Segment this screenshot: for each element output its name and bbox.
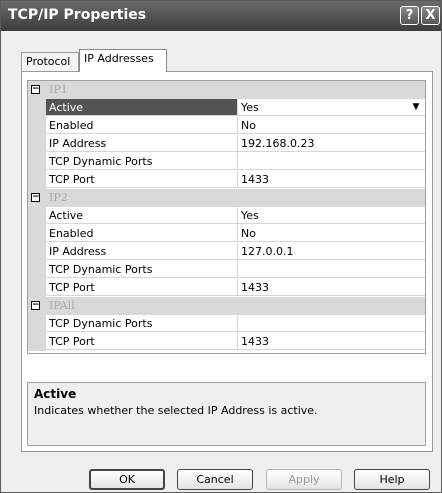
row-gutter [28, 315, 46, 333]
property-name: TCP Port [46, 279, 238, 296]
row-gutter [28, 153, 46, 171]
group-label: IP1 [49, 83, 68, 96]
cancel-button[interactable]: Cancel [177, 469, 253, 490]
property-row-ip-address[interactable]: IP Address 127.0.0.1 [28, 243, 425, 261]
group-header-ipall[interactable]: − IPAll [28, 297, 425, 315]
property-name: Active [46, 99, 238, 116]
description-title: Active [34, 387, 77, 401]
row-gutter [28, 261, 46, 279]
property-value[interactable]: 127.0.0.1 [238, 243, 425, 260]
property-name: TCP Dynamic Ports [46, 261, 238, 278]
tab-ip-addresses[interactable]: IP Addresses [79, 49, 167, 72]
property-row-enabled[interactable]: Enabled No [28, 117, 425, 135]
property-name: Enabled [46, 117, 238, 134]
group-label: IP2 [49, 191, 68, 204]
close-icon[interactable]: X [421, 6, 440, 25]
description-text: Indicates whether the selected IP Addres… [34, 404, 318, 417]
collapse-icon[interactable]: − [31, 85, 40, 94]
property-row-enabled[interactable]: Enabled No [28, 225, 425, 243]
row-gutter [28, 99, 46, 117]
collapse-icon[interactable]: − [31, 193, 40, 202]
property-row-tcp-dynamic-ports[interactable]: TCP Dynamic Ports [28, 315, 425, 333]
property-name: TCP Port [46, 171, 238, 188]
group-header-ip1[interactable]: − IP1 [28, 81, 425, 99]
property-value[interactable]: No [238, 117, 425, 134]
property-name: TCP Dynamic Ports [46, 153, 238, 170]
description-pane: Active Indicates whether the selected IP… [27, 382, 426, 446]
property-name: IP Address [46, 243, 238, 260]
row-gutter [28, 135, 46, 153]
row-gutter [28, 117, 46, 135]
help-button[interactable]: Help [354, 469, 430, 490]
row-gutter [28, 243, 46, 261]
property-row-tcp-port[interactable]: TCP Port 1433 [28, 333, 425, 351]
property-row-tcp-dynamic-ports[interactable]: TCP Dynamic Ports [28, 261, 425, 279]
property-value[interactable] [238, 153, 425, 170]
property-value[interactable]: 1433 [238, 333, 425, 350]
property-row-active[interactable]: Active Yes [28, 207, 425, 225]
property-value[interactable] [238, 315, 425, 332]
property-name: Active [46, 207, 238, 224]
property-row-tcp-port[interactable]: TCP Port 1433 [28, 279, 425, 297]
property-value: Yes [241, 101, 259, 114]
property-row-tcp-dynamic-ports[interactable]: TCP Dynamic Ports [28, 153, 425, 171]
property-value[interactable]: 1433 [238, 171, 425, 188]
property-value[interactable]: No [238, 225, 425, 242]
property-name: TCP Port [46, 333, 238, 350]
collapse-icon[interactable]: − [31, 301, 40, 310]
ok-button[interactable]: OK [89, 469, 165, 490]
property-value-dropdown[interactable]: Yes ▼ [238, 99, 425, 116]
property-row-ip-address[interactable]: IP Address 192.168.0.23 [28, 135, 425, 153]
property-value[interactable]: 192.168.0.23 [238, 135, 425, 152]
tcpip-properties-window: TCP/IP Properties ? X Protocol IP Addres… [0, 0, 442, 493]
row-gutter [28, 225, 46, 243]
property-grid: − IP1 Active Yes ▼ Enabled No IP Address… [27, 80, 426, 354]
help-icon[interactable]: ? [400, 6, 419, 25]
ip-addresses-panel: − IP1 Active Yes ▼ Enabled No IP Address… [21, 71, 433, 452]
property-row-tcp-port[interactable]: TCP Port 1433 [28, 171, 425, 189]
property-row-active[interactable]: Active Yes ▼ [28, 99, 425, 117]
apply-button[interactable]: Apply [266, 469, 342, 490]
property-name: IP Address [46, 135, 238, 152]
row-gutter [28, 279, 46, 297]
property-value[interactable]: 1433 [238, 279, 425, 296]
dropdown-arrow-icon[interactable]: ▼ [409, 100, 423, 115]
property-value[interactable] [238, 261, 425, 278]
property-name: Enabled [46, 225, 238, 242]
window-title: TCP/IP Properties [8, 7, 147, 23]
title-bar: TCP/IP Properties ? X [1, 1, 441, 31]
row-gutter [28, 333, 46, 351]
property-name: TCP Dynamic Ports [46, 315, 238, 332]
tab-protocol[interactable]: Protocol [21, 52, 79, 71]
group-label: IPAll [49, 299, 75, 312]
group-header-ip2[interactable]: − IP2 [28, 189, 425, 207]
row-gutter [28, 171, 46, 189]
row-gutter [28, 207, 46, 225]
property-value[interactable]: Yes [238, 207, 425, 224]
